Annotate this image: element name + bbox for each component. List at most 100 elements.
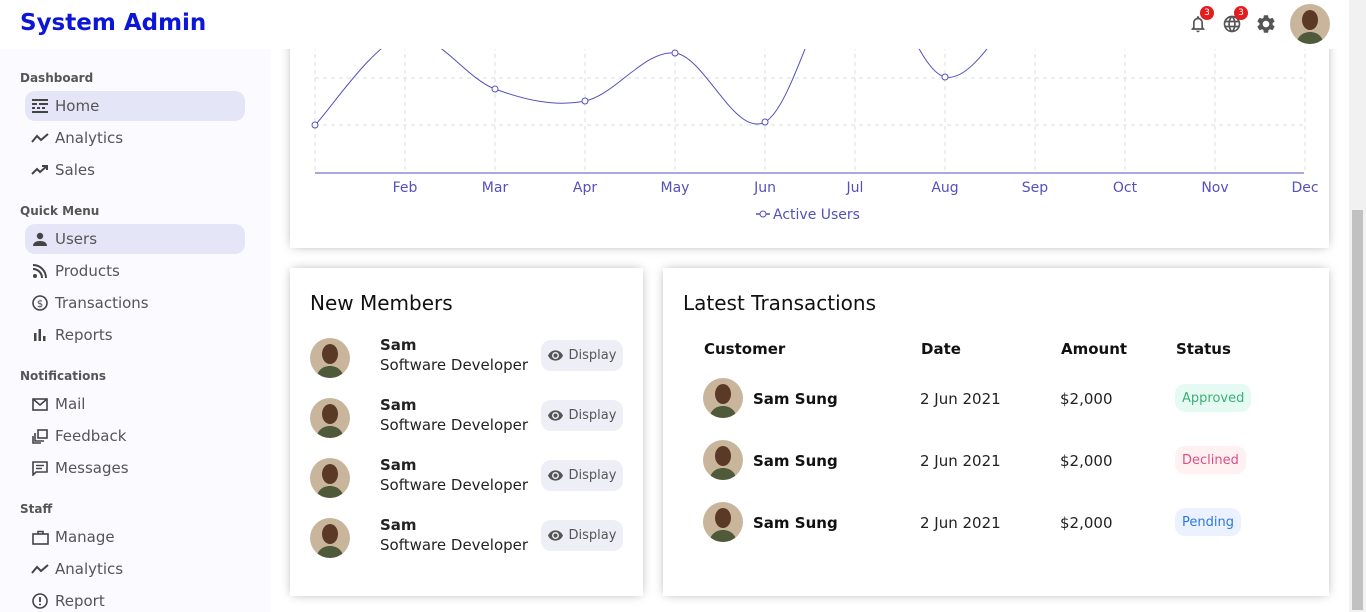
settings-button[interactable] xyxy=(1254,12,1278,36)
x-tick-label: Nov xyxy=(1201,180,1228,196)
sidebar-item-sales[interactable]: Sales xyxy=(25,155,245,185)
sidebar-item-home[interactable]: Home xyxy=(25,91,245,121)
timeline-icon xyxy=(31,129,49,147)
work-icon xyxy=(31,528,49,546)
language-button[interactable]: 3 xyxy=(1220,6,1248,36)
x-tick-label: Aug xyxy=(931,180,958,196)
bar-chart-icon xyxy=(31,326,49,344)
brand-logo[interactable]: System Admin xyxy=(20,10,206,36)
display-button-label: Display xyxy=(568,408,617,423)
active-users-chart: Feb Mar Apr May Jun Jul Aug Sep Oct Nov Dec Active … xyxy=(311,0,1319,223)
status-badge[interactable]: Pending xyxy=(1175,508,1241,536)
user-avatar[interactable] xyxy=(1290,4,1330,44)
data-point-mar[interactable] xyxy=(491,85,499,93)
member-item: Sam Software Developer Display xyxy=(310,516,623,560)
display-button-label: Display xyxy=(568,528,617,543)
display-button[interactable]: Display xyxy=(541,400,623,431)
x-tick-label: Oct xyxy=(1113,180,1138,196)
transaction-date: 2 Jun 2021 xyxy=(920,514,1001,532)
member-item: Sam Software Developer Display xyxy=(310,396,623,440)
customer-name: Sam Sung xyxy=(753,514,838,532)
sidebar-item-messages[interactable]: Messages xyxy=(25,453,245,483)
sidebar-item-mail[interactable]: Mail xyxy=(25,389,245,419)
legend-marker-icon xyxy=(759,210,767,218)
display-button[interactable]: Display xyxy=(541,520,623,551)
display-button-label: Display xyxy=(568,468,617,483)
active-users-chart-card: Feb Mar Apr May Jun Jul Aug Sep Oct Nov Dec Active … xyxy=(290,0,1329,248)
sidebar-item-label: Manage xyxy=(55,528,115,546)
sidebar-item-feedback[interactable]: Feedback xyxy=(25,421,245,451)
transaction-date: 2 Jun 2021 xyxy=(920,452,1001,470)
member-name: Sam xyxy=(380,336,417,354)
new-members-title: New Members xyxy=(310,291,453,315)
timeline-icon xyxy=(31,560,49,578)
page-scrollbar[interactable] xyxy=(1349,0,1366,612)
member-avatar xyxy=(310,338,350,378)
sidebar-item-label: Transactions xyxy=(55,294,149,312)
x-tick-label: Feb xyxy=(393,180,418,196)
member-name: Sam xyxy=(380,456,417,474)
customer-avatar xyxy=(703,378,743,418)
status-badge[interactable]: Approved xyxy=(1175,384,1252,412)
language-badge: 3 xyxy=(1234,6,1248,20)
sidebar-item-manage[interactable]: Manage xyxy=(25,522,245,552)
x-tick-label: Apr xyxy=(573,180,597,196)
data-point-apr[interactable] xyxy=(581,97,589,105)
notifications-badge: 3 xyxy=(1200,6,1214,20)
display-button[interactable]: Display xyxy=(541,460,623,491)
x-tick-label: Jul xyxy=(846,180,864,196)
sidebar-item-label: Feedback xyxy=(55,427,127,445)
sidebar-item-label: Users xyxy=(55,230,98,248)
x-tick-label: Mar xyxy=(482,180,509,196)
member-job-title: Software Developer xyxy=(380,416,529,434)
scrollbar-thumb[interactable] xyxy=(1352,210,1363,610)
x-tick-label: Jun xyxy=(753,180,776,196)
sidebar-item-products[interactable]: Products xyxy=(25,256,245,286)
member-avatar xyxy=(310,518,350,558)
sidebar-section-dashboard: Dashboard xyxy=(20,71,94,85)
display-button[interactable]: Display xyxy=(541,340,623,371)
sidebar-item-label: Messages xyxy=(55,459,129,477)
sidebar-item-reports[interactable]: Reports xyxy=(25,320,245,350)
x-tick-label: May xyxy=(661,180,690,196)
sidebar-section-notifications: Notifications xyxy=(20,369,107,383)
dollar-icon: $ xyxy=(31,294,49,312)
rss-icon xyxy=(31,262,49,280)
display-button-label: Display xyxy=(568,348,617,363)
sidebar-item-transactions[interactable]: $ Transactions xyxy=(25,288,245,318)
customer-avatar xyxy=(703,440,743,480)
report-icon xyxy=(31,592,49,610)
sidebar: Dashboard Home Analytics Sales Quick Men… xyxy=(0,49,270,612)
trending-up-icon xyxy=(31,161,49,179)
notifications-button[interactable]: 3 xyxy=(1186,6,1214,36)
eye-icon xyxy=(547,350,563,361)
data-point-may[interactable] xyxy=(671,49,679,57)
customer-avatar xyxy=(703,502,743,542)
data-point-jan[interactable] xyxy=(311,121,319,129)
table-row: Sam Sung 2 Jun 2021 $2,000 Pending xyxy=(703,502,1303,544)
person-icon xyxy=(31,230,49,248)
sidebar-item-report[interactable]: Report xyxy=(25,586,245,612)
latest-transactions-card: Latest Transactions Customer Date Amount… xyxy=(663,268,1329,596)
sidebar-item-analytics[interactable]: Analytics xyxy=(25,123,245,153)
mail-icon xyxy=(31,395,49,413)
svg-text:$: $ xyxy=(37,299,43,310)
sidebar-item-label: Products xyxy=(55,262,120,280)
status-badge[interactable]: Declined xyxy=(1175,446,1246,474)
table-row: Sam Sung 2 Jun 2021 $2,000 Approved xyxy=(703,378,1303,420)
data-point-jun[interactable] xyxy=(761,118,769,126)
transaction-date: 2 Jun 2021 xyxy=(920,390,1001,408)
transaction-amount: $2,000 xyxy=(1060,514,1113,532)
eye-icon xyxy=(547,410,563,421)
sidebar-item-staff-analytics[interactable]: Analytics xyxy=(25,554,245,584)
line-style-icon xyxy=(31,97,49,115)
chart-grid xyxy=(314,30,1306,173)
sidebar-item-users[interactable]: Users xyxy=(25,224,245,254)
chart-legend: Active Users xyxy=(756,207,860,223)
sidebar-item-label: Report xyxy=(55,592,105,610)
column-header-customer: Customer xyxy=(704,340,786,358)
column-header-status: Status xyxy=(1176,340,1231,358)
sidebar-section-staff: Staff xyxy=(20,502,53,516)
sidebar-item-label: Mail xyxy=(55,395,86,413)
data-point-aug[interactable] xyxy=(941,73,949,81)
